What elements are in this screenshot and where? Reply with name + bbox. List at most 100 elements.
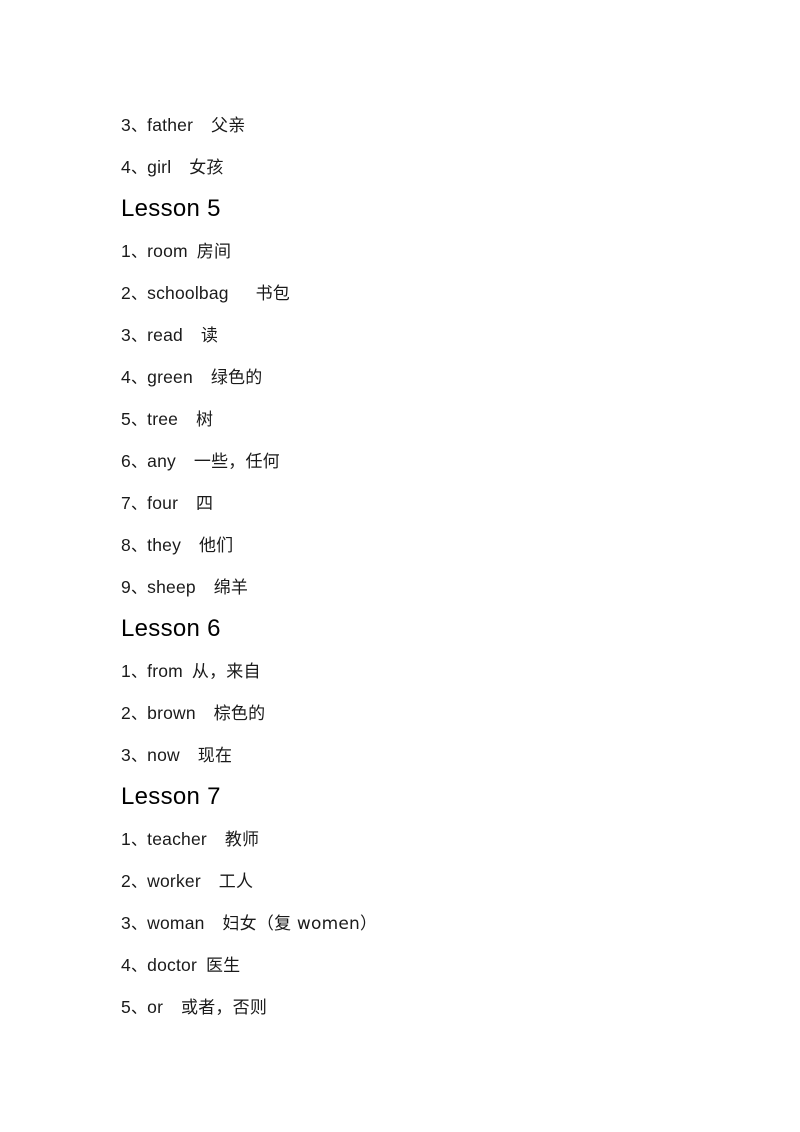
vocabulary-entry: 3、father 父亲 bbox=[121, 104, 740, 146]
entry-number-marker: 、 bbox=[130, 872, 148, 891]
vocabulary-entry: 2、schoolbag 书包 bbox=[121, 272, 740, 314]
entry-spacer bbox=[196, 577, 214, 597]
entry-spacer bbox=[196, 703, 214, 723]
entry-gloss: 树 bbox=[196, 410, 214, 430]
entry-gloss: 教师 bbox=[224, 830, 260, 850]
entry-gloss: 读 bbox=[200, 326, 219, 346]
entry-number: 1 bbox=[121, 829, 131, 849]
entry-number: 3 bbox=[121, 115, 131, 135]
vocabulary-entry: 1、teacher 教师 bbox=[121, 818, 740, 860]
entry-gloss: 妇女（复 women） bbox=[222, 914, 378, 934]
entry-spacer bbox=[171, 157, 189, 177]
entry-gloss: 房间 bbox=[196, 242, 232, 262]
entry-term: sheep bbox=[147, 577, 196, 597]
entry-number-marker: 、 bbox=[130, 116, 148, 135]
entry-number-marker: 、 bbox=[130, 998, 148, 1017]
entry-number: 4 bbox=[121, 955, 131, 975]
entry-term: worker bbox=[147, 871, 201, 891]
entry-number: 1 bbox=[121, 241, 131, 261]
entry-number: 6 bbox=[121, 451, 131, 471]
entry-number: 1 bbox=[121, 661, 131, 681]
entry-number: 9 bbox=[121, 577, 131, 597]
entry-number-marker: 、 bbox=[130, 914, 148, 933]
entry-spacer bbox=[183, 325, 201, 345]
entry-gloss: 或者，否则 bbox=[181, 998, 268, 1018]
entry-number: 2 bbox=[121, 283, 131, 303]
entry-gloss: 医生 bbox=[205, 956, 241, 976]
entry-spacer bbox=[193, 367, 211, 387]
vocabulary-entry: 9、sheep 绵羊 bbox=[121, 566, 740, 608]
entry-spacer bbox=[205, 913, 223, 933]
entry-number: 8 bbox=[121, 535, 131, 555]
entry-term: doctor bbox=[147, 955, 197, 975]
entry-term: read bbox=[147, 325, 183, 345]
entry-number: 4 bbox=[121, 367, 131, 387]
entry-spacer bbox=[183, 661, 192, 681]
entry-gloss: 他们 bbox=[198, 536, 234, 556]
entry-spacer bbox=[163, 997, 181, 1017]
entry-gloss: 一些，任何 bbox=[193, 452, 280, 472]
entry-term: schoolbag bbox=[147, 283, 229, 303]
entry-number: 7 bbox=[121, 493, 131, 513]
entry-number: 3 bbox=[121, 745, 131, 765]
vocabulary-entry: 3、woman 妇女（复 women） bbox=[121, 902, 740, 944]
vocabulary-entry: 3、read 读 bbox=[121, 314, 740, 356]
vocabulary-entry: 3、now 现在 bbox=[121, 734, 740, 776]
entry-gloss: 书包 bbox=[255, 284, 290, 304]
entry-spacer bbox=[188, 241, 197, 261]
entry-number-marker: 、 bbox=[130, 536, 148, 555]
entry-number-marker: 、 bbox=[130, 452, 148, 471]
entry-number-marker: 、 bbox=[130, 578, 148, 597]
entry-term: girl bbox=[147, 157, 172, 177]
lesson-section: Lesson 6 1、from 从，来自 2、brown 棕色的 3、now 现在 bbox=[121, 608, 740, 776]
entry-spacer bbox=[207, 829, 225, 849]
entry-term: woman bbox=[147, 913, 205, 933]
entry-gloss: 绵羊 bbox=[213, 578, 249, 598]
entry-gloss: 棕色的 bbox=[213, 704, 266, 724]
entry-term: green bbox=[147, 367, 193, 387]
entry-number: 3 bbox=[121, 325, 131, 345]
vocabulary-entry: 4、doctor 医生 bbox=[121, 944, 740, 986]
vocabulary-entry: 8、they 他们 bbox=[121, 524, 740, 566]
vocabulary-entry: 4、green 绿色的 bbox=[121, 356, 740, 398]
entry-spacer bbox=[201, 871, 219, 891]
vocabulary-entry: 1、room 房间 bbox=[121, 230, 740, 272]
entry-number-marker: 、 bbox=[130, 284, 148, 303]
entry-spacer bbox=[176, 451, 194, 471]
entry-spacer bbox=[180, 745, 198, 765]
entry-number-marker: 、 bbox=[130, 956, 148, 975]
vocabulary-entry: 7、four 四 bbox=[121, 482, 740, 524]
vocabulary-entry: 1、from 从，来自 bbox=[121, 650, 740, 692]
entry-spacer bbox=[193, 115, 211, 135]
lesson-heading: Lesson 5 bbox=[121, 195, 221, 222]
entry-number-marker: 、 bbox=[130, 242, 148, 261]
entry-term: or bbox=[147, 997, 164, 1017]
lesson-heading: Lesson 6 bbox=[121, 615, 221, 642]
entry-number: 4 bbox=[121, 157, 131, 177]
entry-gloss: 绿色的 bbox=[210, 368, 263, 388]
entry-number-marker: 、 bbox=[130, 662, 148, 681]
entry-spacer bbox=[178, 409, 196, 429]
entry-spacer bbox=[229, 283, 256, 303]
entry-number-marker: 、 bbox=[130, 368, 148, 387]
entry-gloss: 父亲 bbox=[211, 116, 246, 136]
entry-term: they bbox=[147, 535, 182, 555]
entry-term: four bbox=[147, 493, 179, 513]
entry-term: teacher bbox=[147, 829, 207, 849]
vocabulary-entry: 6、any 一些，任何 bbox=[121, 440, 740, 482]
entry-term: now bbox=[147, 745, 180, 765]
entry-number-marker: 、 bbox=[130, 494, 148, 513]
entry-gloss: 工人 bbox=[218, 872, 254, 892]
entry-number-marker: 、 bbox=[130, 704, 148, 723]
entry-gloss: 现在 bbox=[197, 746, 233, 766]
vocabulary-entry: 5、or 或者，否则 bbox=[121, 986, 740, 1028]
lesson-heading: Lesson 7 bbox=[121, 783, 221, 810]
vocabulary-entry: 4、girl 女孩 bbox=[121, 146, 740, 188]
entry-term: from bbox=[147, 661, 183, 681]
entry-number: 5 bbox=[121, 997, 131, 1017]
entry-gloss: 四 bbox=[196, 494, 214, 514]
vocabulary-list: 3、father 父亲 4、girl 女孩 Lesson 5 1、room 房间 2、s… bbox=[121, 104, 740, 1028]
lesson-section: Lesson 5 1、room 房间 2、schoolbag 书包 3、read 读4… bbox=[121, 188, 740, 608]
entry-spacer bbox=[181, 535, 199, 555]
entry-number-marker: 、 bbox=[130, 410, 148, 429]
